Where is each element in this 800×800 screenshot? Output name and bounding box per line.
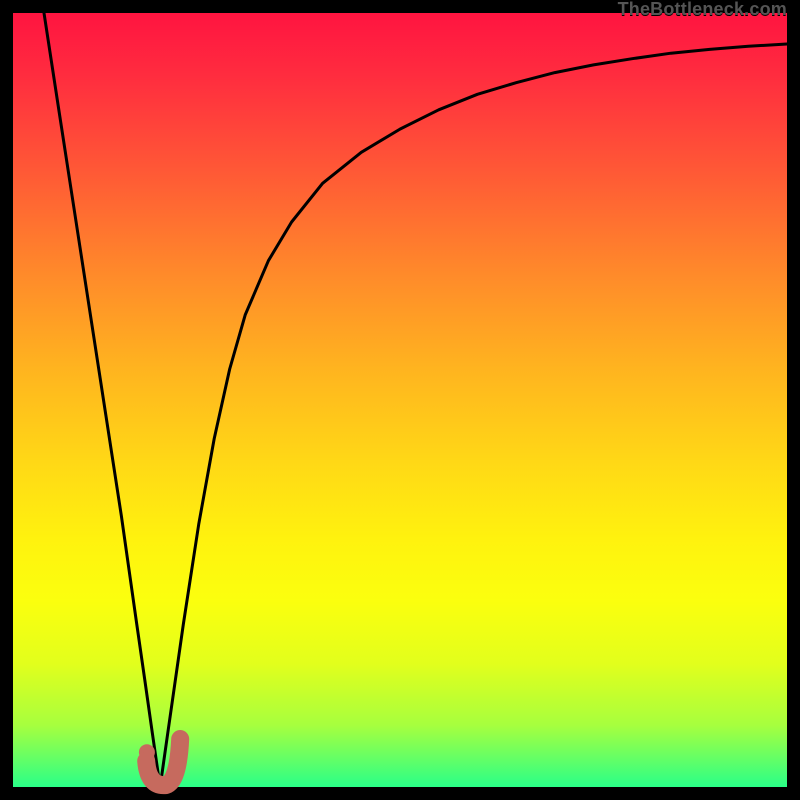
chart-frame: TheBottleneck.com xyxy=(13,13,787,787)
bottleneck-chart xyxy=(13,13,787,787)
bottleneck-curve-line xyxy=(44,13,787,787)
